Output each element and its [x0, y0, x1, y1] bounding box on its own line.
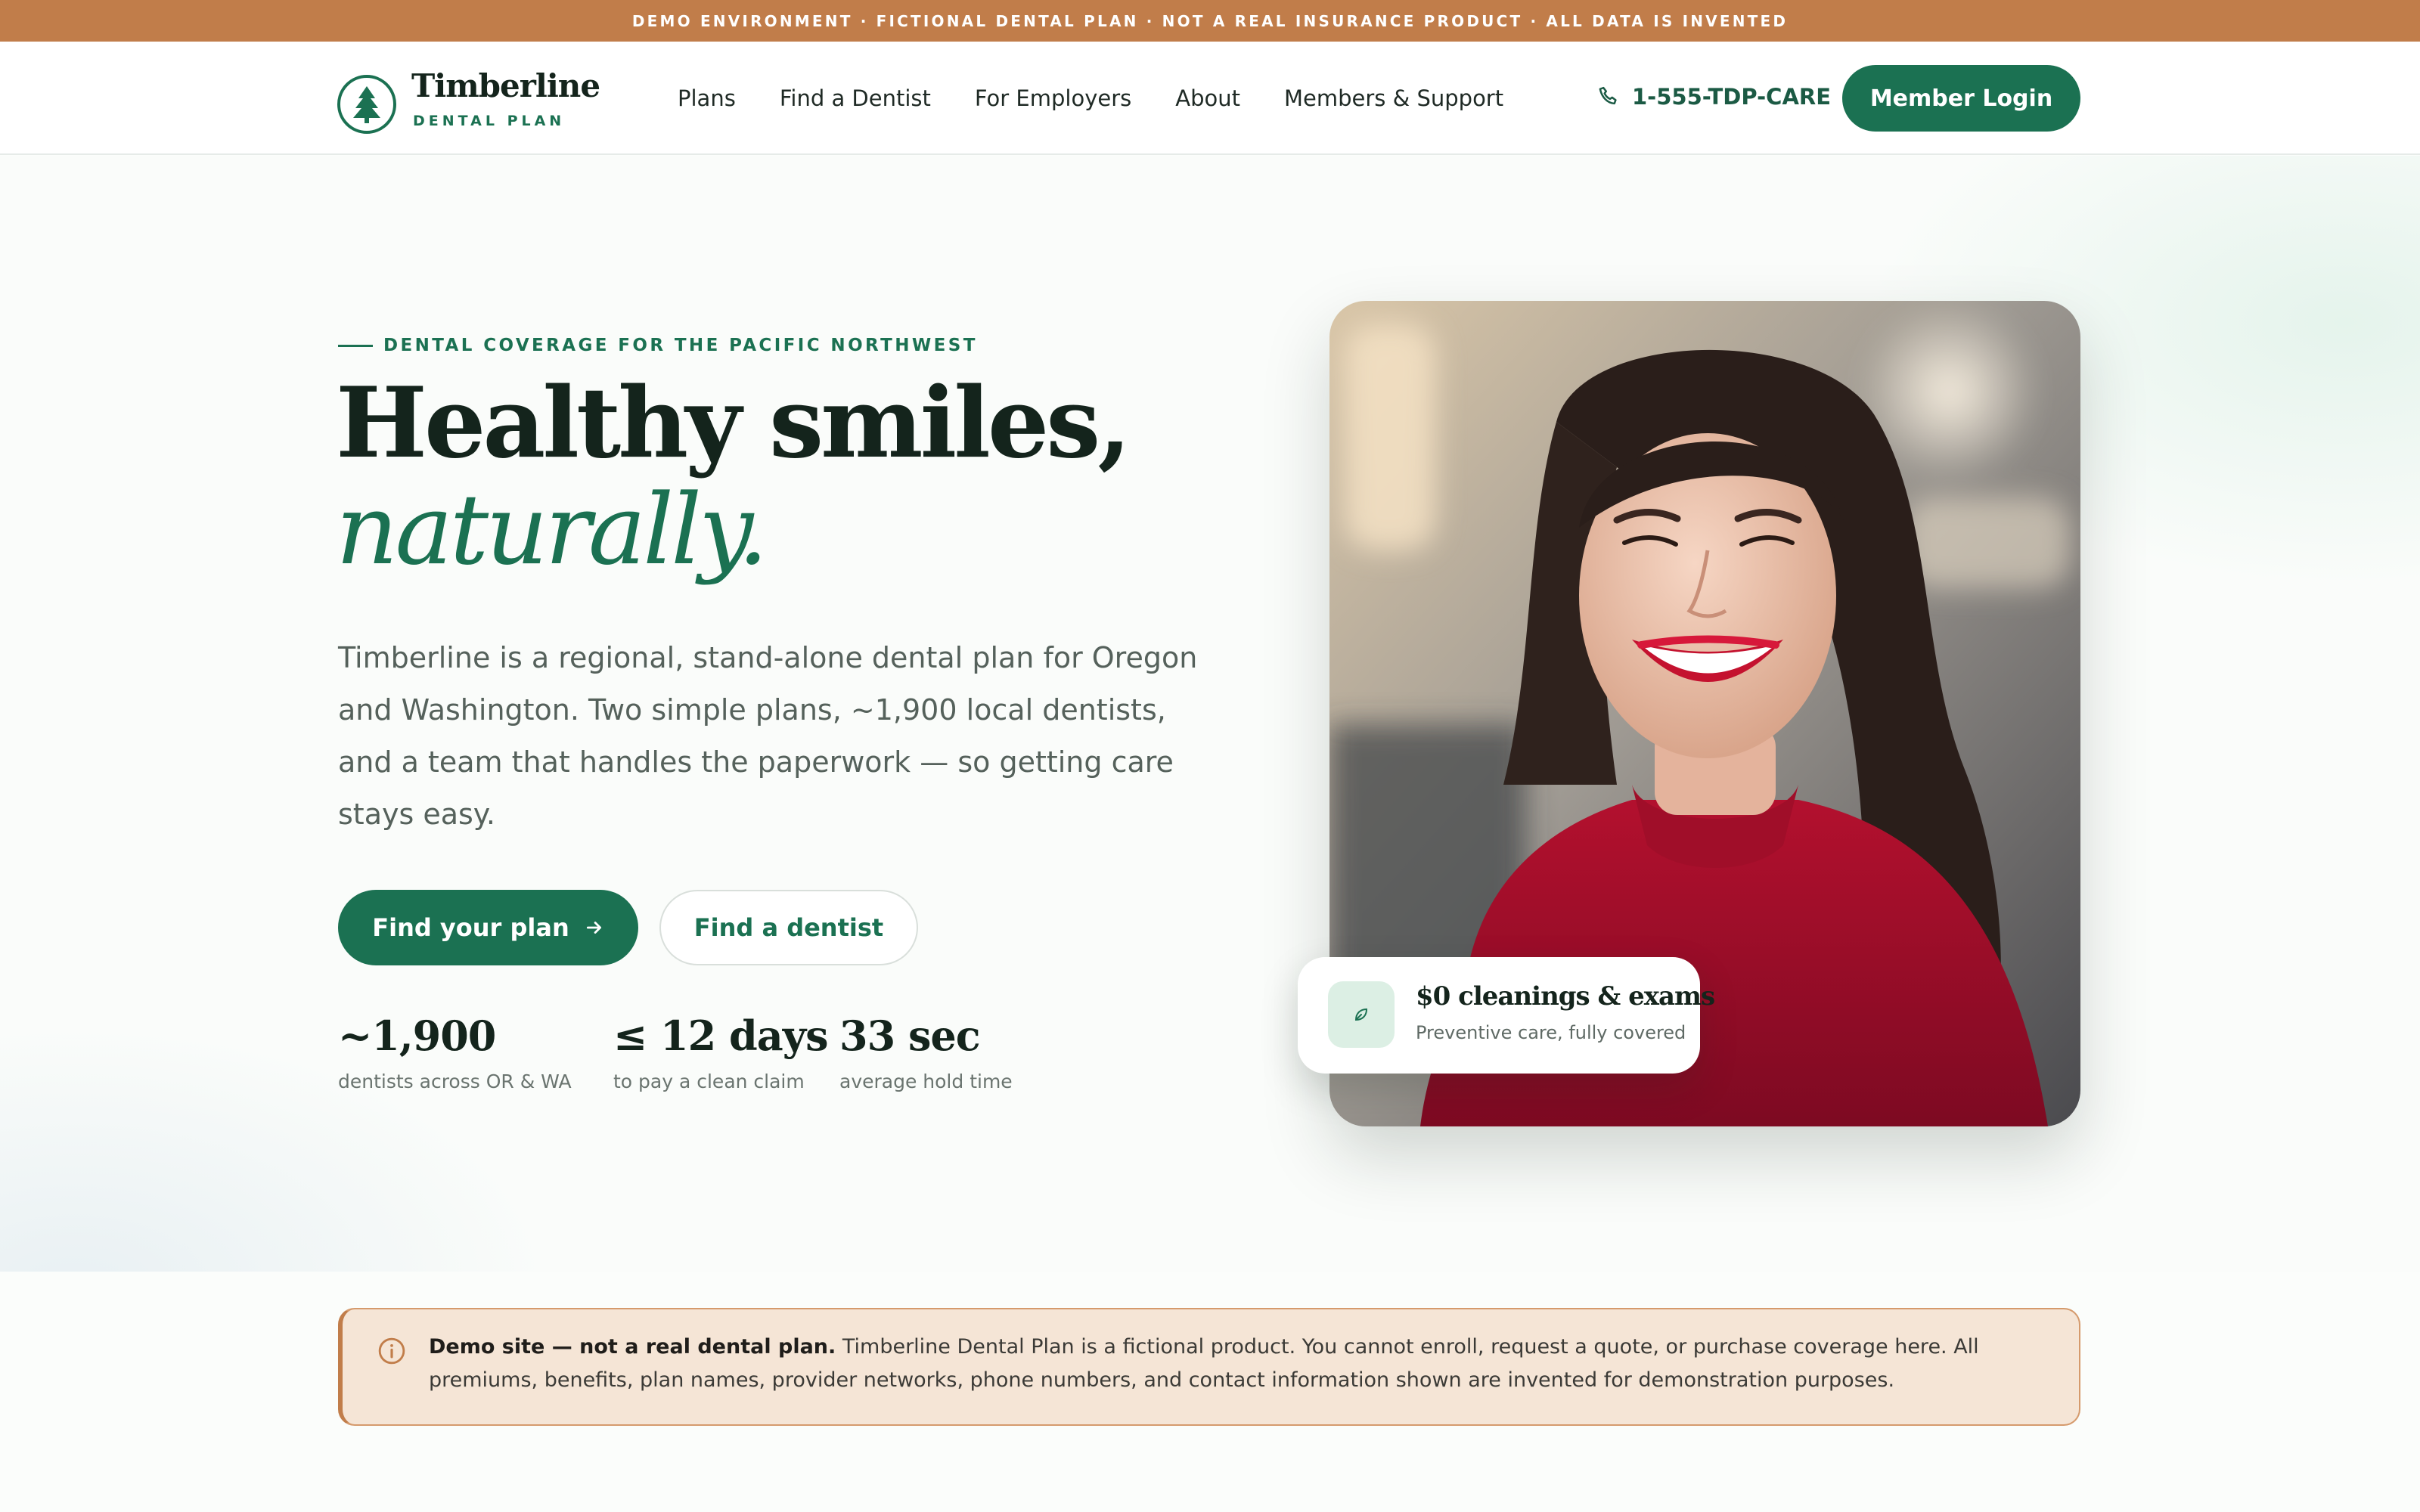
pine-tree-icon — [337, 75, 396, 134]
nav-link-about[interactable]: About — [1175, 85, 1240, 111]
nav-link-members-support[interactable]: Members & Support — [1284, 85, 1503, 111]
stat-hold-time: 33 sec average hold time — [839, 1012, 1013, 1092]
stat-label: to pay a clean claim — [613, 1070, 805, 1092]
nav-link-plans[interactable]: Plans — [678, 85, 736, 111]
stat-dentists: ~1,900 dentists across OR & WA — [338, 1012, 572, 1092]
stat-value: ≤ 12 days — [613, 1012, 829, 1060]
stat-claim-days: ≤ 12 days to pay a clean claim — [613, 1012, 829, 1092]
nav-link-for-employers[interactable]: For Employers — [975, 85, 1131, 111]
badge-subtitle: Preventive care, fully covered — [1416, 1022, 1686, 1043]
stat-value: 33 sec — [839, 1012, 981, 1060]
top-navigation: Timberline DENTAL PLAN Plans Find a Dent… — [0, 42, 2420, 155]
brand-logo[interactable]: Timberline DENTAL PLAN — [337, 67, 600, 135]
eyebrow-rule — [338, 344, 373, 347]
stat-label: dentists across OR & WA — [338, 1070, 572, 1092]
hero-eyebrow: DENTAL COVERAGE FOR THE PACIFIC NORTHWES… — [338, 336, 978, 355]
brand-name: Timberline — [411, 67, 600, 104]
find-your-plan-button[interactable]: Find your plan — [338, 890, 638, 965]
eyebrow-text: DENTAL COVERAGE FOR THE PACIFIC NORTHWES… — [383, 336, 978, 355]
hero-title-emphasis: naturally. — [336, 474, 768, 587]
stat-label: average hold time — [839, 1070, 1013, 1092]
info-icon — [377, 1337, 406, 1369]
nav-link-find-a-dentist[interactable]: Find a Dentist — [780, 85, 931, 111]
find-a-dentist-button[interactable]: Find a dentist — [659, 890, 918, 965]
primary-nav: Plans Find a Dentist For Employers About… — [678, 42, 1547, 155]
phone-link[interactable]: 1-555-TDP-CARE — [1597, 84, 1831, 110]
badge-title: $0 cleanings & exams — [1416, 981, 1715, 1012]
hero-lead: Timberline is a regional, stand-alone de… — [338, 641, 1198, 831]
notice-bold: Demo site — not a real dental plan. — [429, 1335, 836, 1359]
leaf-icon — [1328, 981, 1395, 1048]
notice-text: Demo site — not a real dental plan. Timb… — [429, 1331, 2055, 1397]
find-your-plan-label: Find your plan — [372, 913, 569, 942]
brand-subtitle: DENTAL PLAN — [413, 113, 566, 129]
hero-title: Healthy smiles, — [336, 367, 1131, 480]
stat-value: ~1,900 — [338, 1012, 496, 1060]
member-login-button[interactable]: Member Login — [1842, 65, 2080, 132]
demo-banner: DEMO ENVIRONMENT · FICTIONAL DENTAL PLAN… — [0, 0, 2420, 42]
demo-notice: Demo site — not a real dental plan. Timb… — [338, 1308, 2080, 1426]
arrow-right-icon — [585, 918, 604, 937]
phone-icon — [1599, 86, 1617, 105]
preventive-care-badge: $0 cleanings & exams Preventive care, fu… — [1298, 957, 1715, 1074]
phone-number: 1-555-TDP-CARE — [1632, 84, 1832, 110]
